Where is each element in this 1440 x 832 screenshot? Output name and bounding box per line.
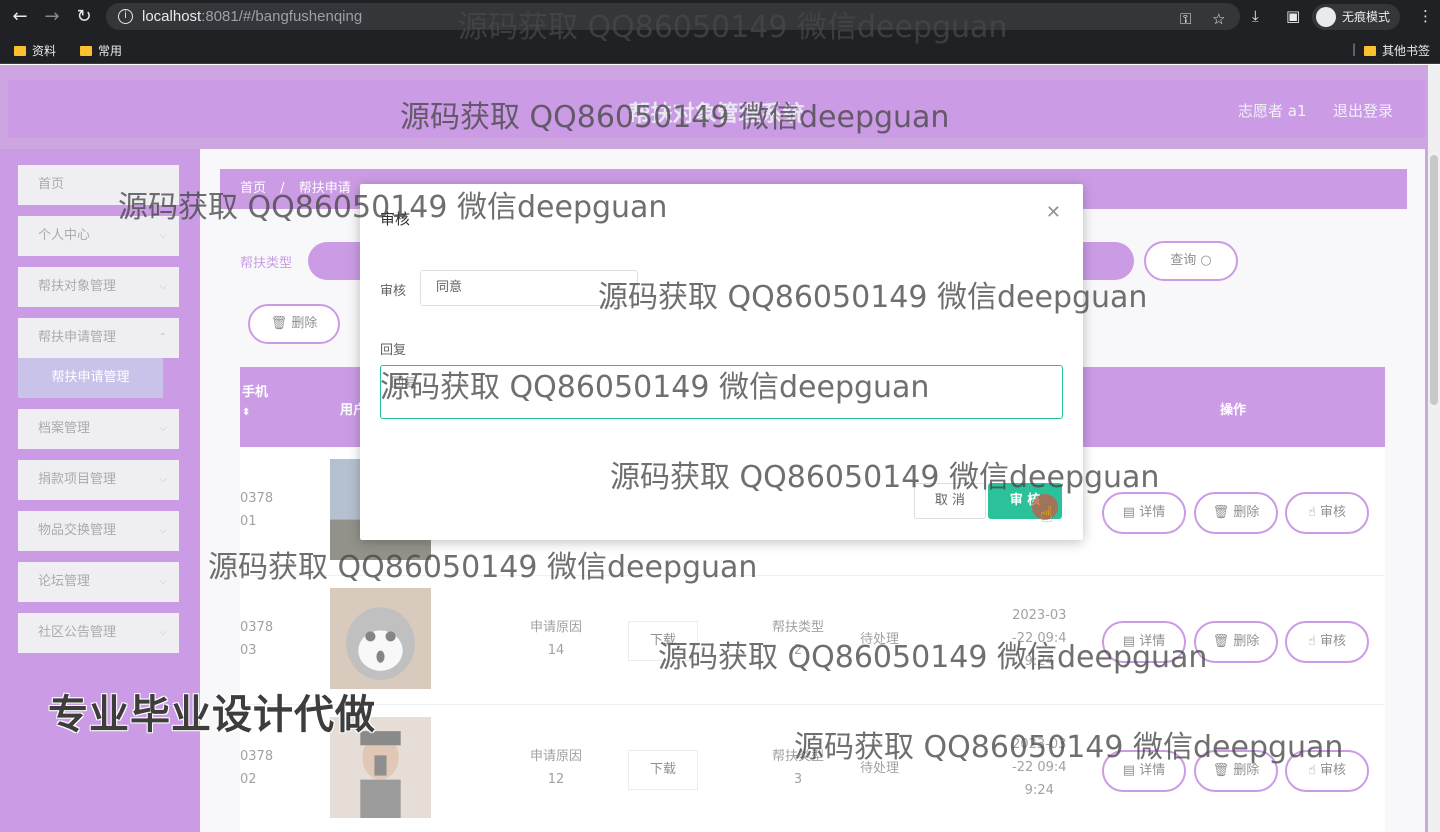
folder-icon <box>1364 46 1376 56</box>
watermark: 源码获取 QQ86050149 微信deepguan <box>598 280 1148 315</box>
download-icon[interactable]: ⤓ <box>1252 6 1259 26</box>
incognito-icon <box>1316 6 1336 27</box>
watermark: 源码获取 QQ86050149 微信deepguan <box>400 100 950 135</box>
folder-icon <box>80 46 92 56</box>
back-icon[interactable]: ← <box>8 5 32 29</box>
scrollbar-thumb[interactable] <box>1430 155 1438 405</box>
star-icon[interactable]: ☆ <box>1212 9 1225 29</box>
incognito-badge[interactable]: 无痕模式 <box>1312 4 1401 30</box>
audit-label: 审核 <box>380 284 407 299</box>
bookmark-folder[interactable]: 常用 <box>80 42 122 59</box>
watermark: 源码获取 QQ86050149 微信deepguan <box>118 190 668 225</box>
sidepanel-icon[interactable]: ▣ <box>1286 6 1300 26</box>
forward-icon[interactable]: → <box>40 5 64 29</box>
url-text: localhost:8081/#/bangfushenqing <box>142 8 363 25</box>
watermark: 源码获取 QQ86050149 微信deepguan <box>380 370 930 405</box>
watermark: 源码获取 QQ86050149 微信deepguan <box>610 460 1160 495</box>
watermark: 源码获取 QQ86050149 微信deepguan <box>208 550 758 585</box>
reply-label: 回复 <box>380 343 407 358</box>
pointer-hand-icon: ☝ <box>1040 503 1054 528</box>
bookmark-divider: | <box>1352 42 1357 56</box>
menu-icon[interactable]: ⋮ <box>1418 6 1433 26</box>
watermark: 源码获取 QQ86050149 微信deepguan <box>458 10 1008 45</box>
reload-icon[interactable]: ↻ <box>72 5 96 29</box>
other-bookmarks[interactable]: 其他书签 <box>1364 42 1430 59</box>
folder-icon <box>14 46 26 56</box>
watermark-banner: 专业毕业设计代做 <box>48 692 376 738</box>
page-scrollbar[interactable] <box>1428 65 1440 832</box>
close-icon[interactable]: ✕ <box>1046 202 1061 223</box>
bookmark-folder[interactable]: 资料 <box>14 42 56 59</box>
watermark: 源码获取 QQ86050149 微信deepguan <box>794 730 1344 765</box>
key-icon[interactable]: ⚿ <box>1180 9 1191 29</box>
watermark: 源码获取 QQ86050149 微信deepguan <box>658 640 1208 675</box>
site-info-icon[interactable]: i <box>118 9 133 24</box>
